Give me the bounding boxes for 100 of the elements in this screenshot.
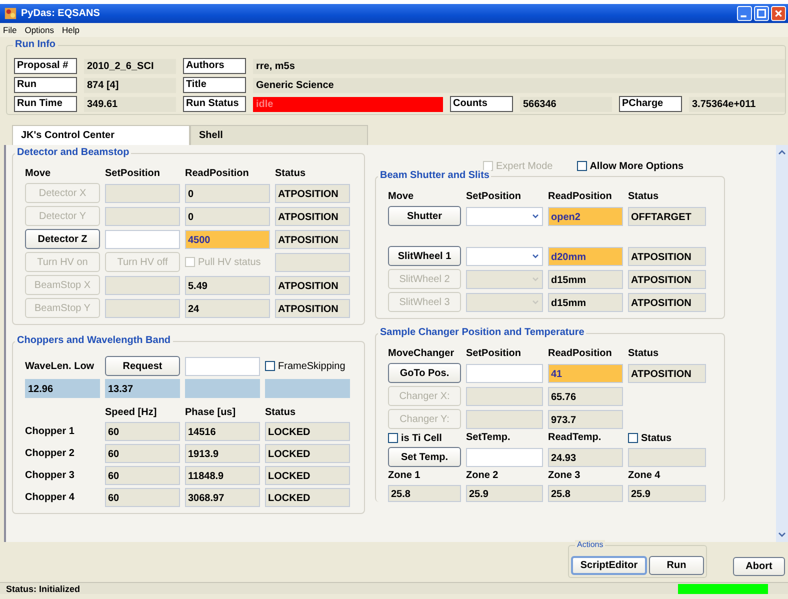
position-dropdown[interactable] bbox=[466, 270, 543, 288]
tab[interactable]: JK's Control Center bbox=[12, 125, 190, 145]
phase-value: 11848.9 bbox=[185, 466, 260, 485]
chopper-label: Chopper 3 bbox=[25, 470, 76, 481]
set-position-field[interactable] bbox=[466, 364, 543, 382]
app-icon bbox=[4, 7, 17, 20]
read-position-value: 65.76 bbox=[548, 386, 623, 406]
menu-item[interactable]: Options bbox=[24, 25, 54, 35]
maximize-icon[interactable] bbox=[754, 6, 769, 21]
action-button[interactable]: Run bbox=[649, 556, 704, 575]
wavelength-label: WaveLen. Low bbox=[25, 360, 96, 372]
set-position-field[interactable] bbox=[105, 298, 180, 318]
window-title: PyDas: EQSANS bbox=[21, 8, 100, 19]
checkbox[interactable]: FrameSkipping bbox=[265, 360, 350, 372]
column-header: Move bbox=[388, 191, 415, 203]
zone-value: 25.9 bbox=[628, 485, 706, 502]
set-position-field[interactable] bbox=[105, 184, 180, 202]
set-position-field[interactable] bbox=[466, 386, 543, 406]
chopper-label: Chopper 2 bbox=[25, 448, 76, 459]
wavelength-value: 13.37 bbox=[105, 379, 180, 398]
set-position-field[interactable] bbox=[105, 230, 180, 248]
scrollbar[interactable] bbox=[776, 145, 788, 542]
field-label: PCharge bbox=[619, 96, 682, 112]
group-title: Detector and Beamstop bbox=[15, 147, 132, 158]
checkbox[interactable]: Status bbox=[628, 432, 706, 444]
set-temp-button[interactable]: Set Temp. bbox=[388, 447, 461, 467]
field-label: Title bbox=[183, 77, 246, 93]
move-button[interactable]: SlitWheel 1 bbox=[388, 246, 461, 266]
read-position-value: 0 bbox=[185, 206, 270, 226]
chopper-label: Chopper 1 bbox=[25, 426, 76, 437]
zone-value: 25.9 bbox=[466, 485, 543, 502]
action-button[interactable]: ScriptEditor bbox=[571, 556, 647, 575]
column-header: Move bbox=[25, 168, 52, 180]
move-button[interactable]: GoTo Pos. bbox=[388, 363, 461, 383]
column-header: SetTemp. bbox=[466, 432, 512, 444]
set-position-field[interactable] bbox=[105, 206, 180, 226]
read-position-value: 4500 bbox=[185, 230, 270, 248]
status-value: OFFTARGET bbox=[628, 206, 706, 226]
phase-value: 3068.97 bbox=[185, 488, 260, 507]
column-header: SetPosition bbox=[466, 348, 522, 360]
read-position-value: 5.49 bbox=[185, 276, 270, 294]
scroll-down-icon[interactable] bbox=[778, 532, 786, 538]
menu-item[interactable]: Help bbox=[62, 25, 80, 35]
field-value: 874 [4] bbox=[84, 78, 176, 92]
column-header: Status bbox=[628, 191, 660, 203]
status-value: ATPOSITION bbox=[275, 206, 350, 226]
read-position-value: 0 bbox=[185, 184, 270, 202]
column-header: Status bbox=[265, 407, 297, 419]
move-button[interactable]: Shutter bbox=[388, 206, 461, 226]
checkbox[interactable]: Allow More Options bbox=[576, 156, 684, 176]
group-title: Run Info bbox=[13, 39, 58, 50]
field-value: 3.75364e+011 bbox=[689, 96, 785, 112]
read-position-value: 24 bbox=[185, 298, 270, 318]
chopper-label: Chopper 4 bbox=[25, 492, 76, 503]
column-header: SetPosition bbox=[466, 191, 522, 203]
wavelength-field[interactable] bbox=[185, 356, 260, 376]
set-position-field[interactable] bbox=[105, 276, 180, 294]
group-title: Beam Shutter and Slits bbox=[378, 170, 492, 181]
field-label: Run Status bbox=[183, 96, 246, 112]
close-icon[interactable] bbox=[771, 6, 786, 21]
minimize-icon[interactable] bbox=[737, 6, 752, 21]
menu-item[interactable]: File bbox=[3, 25, 17, 35]
status-value: ATPOSITION bbox=[628, 364, 706, 382]
tab[interactable]: Shell bbox=[190, 125, 368, 145]
status-value: ATPOSITION bbox=[275, 276, 350, 294]
status-value: LOCKED bbox=[265, 422, 350, 441]
position-dropdown[interactable] bbox=[466, 292, 543, 312]
read-position-value: d15mm bbox=[548, 292, 623, 312]
move-button[interactable]: Detector Z bbox=[25, 229, 100, 249]
column-header: Status bbox=[275, 168, 307, 180]
checkbox[interactable]: is Ti Cell bbox=[388, 432, 461, 444]
zone-label: Zone 1 bbox=[388, 470, 422, 482]
field-label: Run Time bbox=[14, 96, 77, 112]
field-label: Counts bbox=[450, 96, 513, 112]
set-position-field[interactable] bbox=[466, 410, 543, 428]
read-position-value: d20mm bbox=[548, 246, 623, 266]
status-value: ATPOSITION bbox=[628, 246, 706, 266]
request-button[interactable]: Request bbox=[105, 356, 180, 376]
abort-button[interactable]: Abort bbox=[733, 557, 785, 576]
zone-label: Zone 3 bbox=[548, 470, 582, 482]
column-header: ReadPosition bbox=[548, 191, 613, 203]
column-header: Speed [Hz] bbox=[105, 407, 158, 419]
column-header: SetPosition bbox=[105, 168, 162, 180]
scroll-up-icon[interactable] bbox=[778, 149, 786, 155]
speed-value: 60 bbox=[105, 444, 180, 463]
set-temp-field[interactable] bbox=[466, 448, 543, 466]
caret-icon[interactable] bbox=[532, 254, 539, 258]
column-header: Status bbox=[628, 348, 660, 360]
zone-value: 25.8 bbox=[548, 485, 623, 502]
group-title: Actions bbox=[575, 540, 606, 549]
field-value: 566346 bbox=[520, 96, 612, 112]
status-value: ATPOSITION bbox=[275, 298, 350, 318]
read-position-value: 973.7 bbox=[548, 410, 623, 428]
column-header: ReadTemp. bbox=[548, 432, 602, 444]
status-value: ATPOSITION bbox=[275, 230, 350, 248]
caret-icon[interactable] bbox=[532, 214, 539, 218]
speed-value: 60 bbox=[105, 466, 180, 485]
field-value: rre, m5s bbox=[253, 58, 785, 74]
read-position-value: open2 bbox=[548, 206, 623, 226]
status-value: LOCKED bbox=[265, 488, 350, 507]
